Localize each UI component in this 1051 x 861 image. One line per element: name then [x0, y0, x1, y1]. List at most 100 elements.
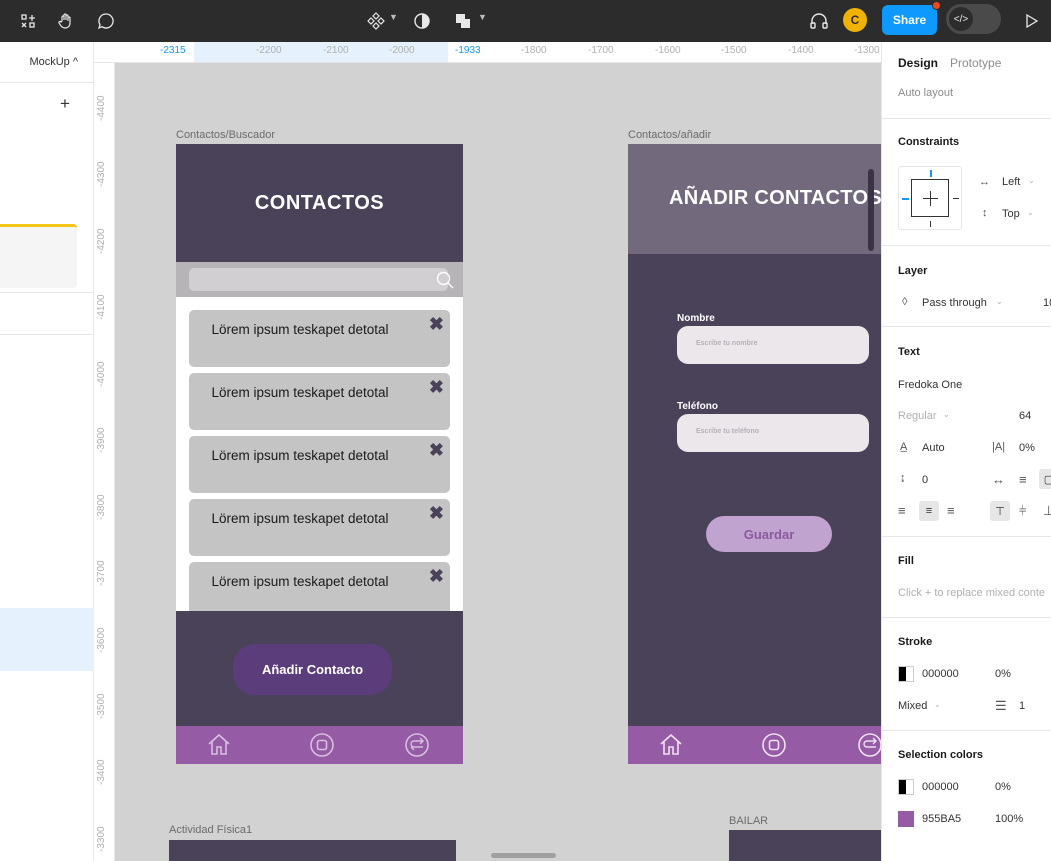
frame-header[interactable]: AÑADIR CONTACTOS	[628, 144, 881, 254]
auto-layout-label[interactable]: Auto layout	[898, 87, 953, 99]
selection-color-hex[interactable]: 955BA5	[922, 813, 961, 825]
frame-footer[interactable]: Añadir Contacto	[176, 611, 463, 726]
selection-color-hex[interactable]: 000000	[922, 781, 959, 793]
stroke-opacity[interactable]: 0%	[995, 668, 1011, 680]
stroke-weight-input[interactable]: 1	[1019, 700, 1025, 712]
return-icon[interactable]	[404, 732, 430, 758]
frame-bailar[interactable]	[729, 830, 881, 861]
bottom-nav-bar[interactable]	[176, 726, 463, 764]
tab-design[interactable]: Design	[898, 56, 938, 70]
remove-contact-icon[interactable]: ✖	[429, 440, 444, 461]
frame-title[interactable]: CONTACTOS	[255, 192, 384, 215]
canvas-horizontal-scrollbar[interactable]	[491, 853, 556, 858]
present-play-icon[interactable]	[1019, 9, 1043, 33]
search-input[interactable]	[189, 268, 454, 291]
auto-width-icon[interactable]: ↔	[992, 472, 1005, 487]
notification-card[interactable]	[0, 224, 77, 288]
dev-mode-toggle[interactable]: </>	[946, 4, 1001, 34]
home-icon[interactable]	[658, 732, 684, 758]
name-input[interactable]: Escribe tu nombre	[677, 326, 869, 364]
line-height-input[interactable]: Auto	[922, 442, 945, 454]
tab-prototype[interactable]: Prototype	[950, 56, 1001, 70]
user-avatar[interactable]: C	[843, 8, 867, 32]
add-page-icon[interactable]: +	[60, 94, 70, 114]
auto-height-icon[interactable]: ≡	[1019, 472, 1027, 487]
constraint-widget[interactable]	[898, 166, 962, 230]
horizontal-constraint-select[interactable]: Left	[1002, 176, 1020, 188]
stroke-color-swatch[interactable]	[898, 666, 914, 682]
constraint-bottom-marker[interactable]	[930, 221, 931, 227]
selection-color-opacity[interactable]: 100%	[995, 813, 1023, 825]
remove-contact-icon[interactable]: ✖	[429, 314, 444, 335]
design-canvas[interactable]: Contactos/Buscador CONTACTOS Lörem ipsum…	[115, 63, 881, 861]
chevron-down-icon[interactable]: ▼	[478, 12, 487, 22]
chevron-down-icon[interactable]: ⌄	[1027, 208, 1034, 217]
chevron-down-icon[interactable]: ⌄	[934, 700, 941, 709]
selected-layer-row[interactable]	[0, 608, 94, 671]
stop-icon[interactable]	[761, 732, 787, 758]
main-menu-icon[interactable]	[16, 9, 40, 33]
frame-label[interactable]: Actividad Física1	[169, 824, 252, 836]
chevron-down-icon[interactable]: ⌄	[996, 297, 1003, 306]
fixed-size-icon[interactable]: ▢	[1039, 469, 1051, 489]
contact-list-item[interactable]: Lörem ipsum teskapet detotal ✖	[189, 436, 450, 493]
constraint-right-marker[interactable]	[953, 198, 959, 199]
frame-actividad-fisica[interactable]	[169, 840, 456, 861]
align-left-icon[interactable]: ≡	[898, 503, 906, 518]
selection-color-swatch[interactable]	[898, 811, 914, 827]
component-icon[interactable]	[364, 9, 388, 33]
hand-tool-icon[interactable]	[54, 9, 78, 33]
align-bottom-icon[interactable]: ⊥	[1043, 503, 1051, 519]
frame-header[interactable]: CONTACTOS	[176, 144, 463, 262]
bottom-nav-bar[interactable]	[628, 726, 881, 764]
letter-spacing-input[interactable]: 0%	[1019, 442, 1035, 454]
frame-label[interactable]: Contactos/Buscador	[176, 129, 275, 141]
stroke-color-hex[interactable]: 000000	[922, 668, 959, 680]
frame-contactos-anadir[interactable]: AÑADIR CONTACTOS Nombre Escribe tu nombr…	[628, 144, 881, 764]
stop-icon[interactable]	[309, 732, 335, 758]
selection-color-opacity[interactable]: 0%	[995, 781, 1011, 793]
align-top-icon[interactable]: ⊤	[990, 501, 1010, 521]
frame-title[interactable]: AÑADIR CONTACTOS	[669, 187, 881, 210]
align-right-icon[interactable]: ≡	[947, 503, 955, 518]
return-icon[interactable]	[857, 732, 881, 758]
boolean-group-icon[interactable]	[451, 9, 475, 33]
search-bar[interactable]	[176, 262, 463, 297]
add-contact-button[interactable]: Añadir Contacto	[233, 644, 392, 695]
font-family-select[interactable]: Fredoka One	[898, 379, 962, 391]
headphones-icon[interactable]	[807, 9, 831, 33]
comment-icon[interactable]	[94, 9, 118, 33]
page-selector[interactable]: MockUp ^	[0, 42, 94, 83]
chevron-down-icon[interactable]: ⌄	[1028, 176, 1035, 185]
phone-input[interactable]: Escribe tu teléfono	[677, 414, 869, 452]
contrast-icon[interactable]	[410, 9, 434, 33]
vertical-constraint-select[interactable]: Top	[1002, 208, 1020, 220]
paragraph-spacing-input[interactable]: 0	[922, 474, 928, 486]
remove-contact-icon[interactable]: ✖	[429, 377, 444, 398]
stroke-position-select[interactable]: Mixed	[898, 700, 927, 712]
frame-contactos-buscador[interactable]: CONTACTOS Lörem ipsum teskapet detotal ✖…	[176, 144, 463, 764]
selection-color-swatch[interactable]	[898, 779, 914, 795]
contact-list-item[interactable]: Lörem ipsum teskapet detotal ✖	[189, 310, 450, 367]
frame-scrollbar[interactable]	[868, 169, 874, 251]
save-button[interactable]: Guardar	[706, 516, 832, 552]
blend-mode-select[interactable]: Pass through	[922, 297, 987, 309]
contact-list-item[interactable]: Lörem ipsum teskapet detotal ✖	[189, 373, 450, 430]
align-center-icon[interactable]: ≡	[919, 501, 939, 521]
remove-contact-icon[interactable]: ✖	[429, 503, 444, 524]
share-button[interactable]: Share	[882, 5, 937, 35]
page-name[interactable]: MockUp ^	[29, 56, 78, 68]
chevron-down-icon[interactable]: ▼	[389, 12, 398, 22]
font-size-input[interactable]: 64	[1019, 410, 1031, 422]
layer-opacity-input[interactable]: 10	[1043, 297, 1051, 309]
frame-label[interactable]: BAILAR	[729, 815, 768, 827]
remove-contact-icon[interactable]: ✖	[429, 566, 444, 587]
constraint-left-marker[interactable]	[902, 198, 909, 200]
home-icon[interactable]	[206, 732, 232, 758]
font-weight-select[interactable]: Regular	[898, 410, 937, 422]
contact-list-item[interactable]: Lörem ipsum teskapet detotal ✖	[189, 499, 450, 556]
frame-label[interactable]: Contactos/añadir	[628, 129, 711, 141]
align-middle-icon[interactable]: ⫩	[1019, 503, 1026, 519]
chevron-down-icon[interactable]: ⌄	[943, 410, 950, 419]
constraint-top-marker[interactable]	[930, 170, 932, 177]
